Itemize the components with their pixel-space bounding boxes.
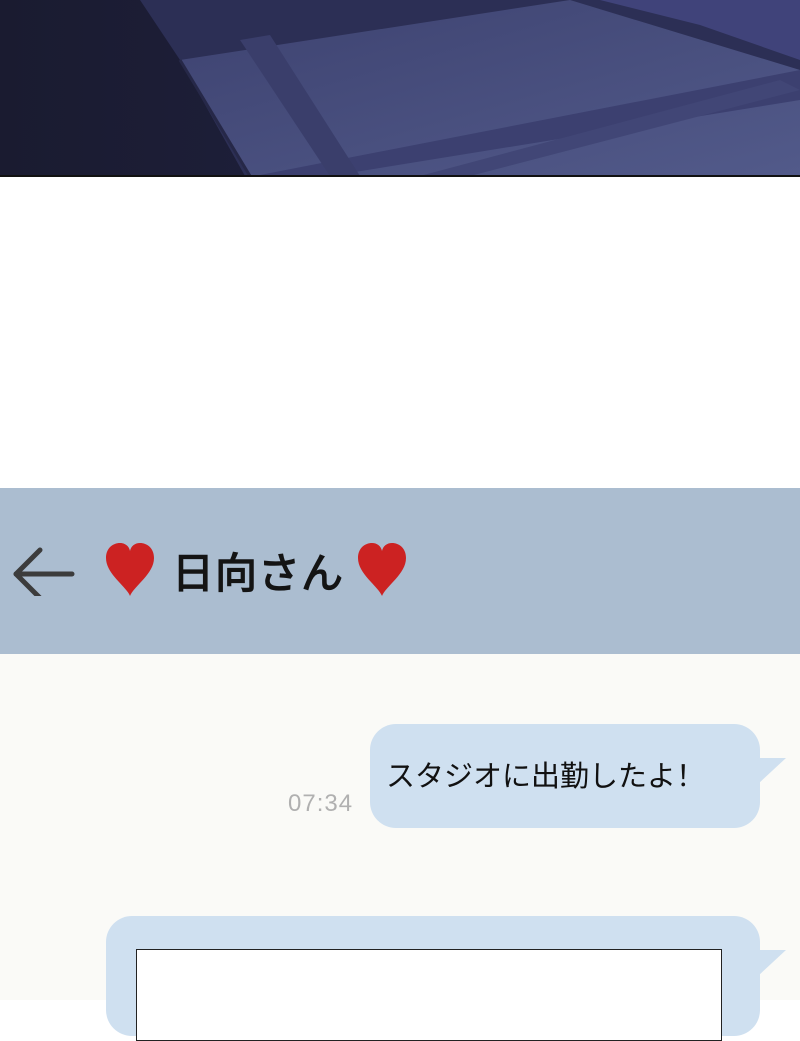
contact-name: 日向さん xyxy=(172,548,345,598)
chat-title: 日向さん xyxy=(104,540,408,600)
comic-panel-illustration xyxy=(0,0,800,176)
message-timestamp: 07:34 xyxy=(288,790,354,817)
image-message-bubble[interactable] xyxy=(106,916,760,1041)
heart-icon xyxy=(356,542,408,598)
chat-header: 日向さん xyxy=(0,488,800,654)
back-button[interactable] xyxy=(10,546,80,596)
image-attachment[interactable] xyxy=(136,949,722,1041)
arrow-left-icon xyxy=(13,547,75,596)
message-bubble[interactable]: スタジオに出勤したよ！ xyxy=(370,724,760,828)
bubble-tail xyxy=(752,758,786,784)
heart-icon xyxy=(104,542,156,598)
panel-border xyxy=(0,175,800,177)
message-text: スタジオに出勤したよ！ xyxy=(386,759,706,793)
bubble-tail xyxy=(752,950,786,976)
